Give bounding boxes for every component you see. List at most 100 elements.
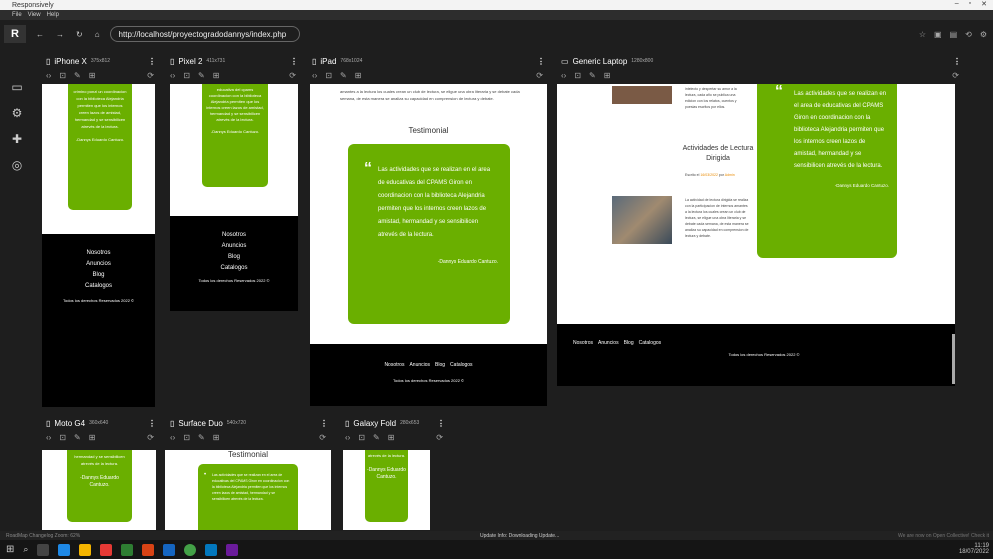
- excel-icon[interactable]: [121, 543, 134, 556]
- device-menu-icon[interactable]: ⋮: [290, 57, 298, 66]
- rotate-icon[interactable]: ⟳: [289, 71, 296, 80]
- devices-icon[interactable]: ▭: [11, 80, 22, 94]
- tablet-icon: ▯: [312, 56, 317, 66]
- explorer-icon[interactable]: [79, 543, 92, 556]
- footer-link-catalogos[interactable]: Catalogos: [639, 340, 662, 346]
- rotate-icon[interactable]: ⟳: [147, 433, 154, 442]
- app-icon[interactable]: [226, 543, 239, 556]
- post-author[interactable]: Admin: [725, 173, 735, 177]
- footer-link-anuncios[interactable]: Anuncios: [409, 362, 430, 368]
- footer-link-anuncios[interactable]: Anuncios: [42, 259, 155, 270]
- code-icon[interactable]: ‹›: [345, 433, 350, 442]
- screenshot-icon[interactable]: ⊡: [59, 433, 66, 442]
- footer-link-nosotros[interactable]: Nosotros: [42, 248, 155, 259]
- start-icon[interactable]: ⊞: [6, 544, 14, 555]
- screenshot-icon[interactable]: ▣: [934, 30, 942, 39]
- device-menu-icon[interactable]: ⋮: [953, 57, 961, 66]
- footer-link-blog[interactable]: Blog: [42, 270, 155, 281]
- scrollbar[interactable]: [952, 334, 955, 384]
- settings-icon[interactable]: ⚙: [980, 30, 987, 39]
- code-icon[interactable]: ‹›: [170, 71, 175, 80]
- close-button[interactable]: ✕: [981, 0, 987, 8]
- word-icon[interactable]: [163, 543, 176, 556]
- screenshot-icon[interactable]: ⊡: [183, 71, 190, 80]
- forward-icon[interactable]: →: [56, 30, 64, 39]
- code-icon[interactable]: ‹›: [46, 71, 51, 80]
- menu-file[interactable]: File: [12, 12, 22, 18]
- testimonial-author: -Dannys Eduardo Cantuzo.: [834, 183, 889, 188]
- layout-icon[interactable]: ⊞: [604, 71, 611, 80]
- post-meta: Escrito el 16/03/2022 por Admin: [685, 173, 735, 177]
- rotate-icon[interactable]: ⟳: [536, 71, 543, 80]
- footer-link-blog[interactable]: Blog: [435, 362, 445, 368]
- rotate-icon[interactable]: ⟳: [436, 433, 443, 442]
- clock-date[interactable]: 18/07/2022: [959, 549, 989, 555]
- device-menu-icon[interactable]: ⋮: [437, 419, 445, 428]
- star-icon[interactable]: ☆: [919, 30, 926, 39]
- rotate-icon[interactable]: ⟳: [319, 433, 326, 442]
- layout-icon[interactable]: ⊞: [89, 71, 96, 80]
- taskview-icon[interactable]: [37, 543, 50, 556]
- code-icon[interactable]: ‹›: [46, 433, 51, 442]
- screenshot-icon[interactable]: ⊡: [325, 71, 332, 80]
- store-icon[interactable]: [100, 543, 113, 556]
- footer-link-catalogos[interactable]: Catalogos: [170, 263, 298, 274]
- screenshot-icon[interactable]: ⊡: [59, 71, 66, 80]
- pen-icon[interactable]: ✎: [589, 71, 596, 80]
- search-icon[interactable]: ⌕: [23, 544, 28, 555]
- home-icon[interactable]: ⌂: [95, 30, 100, 39]
- device-menu-icon[interactable]: ⋮: [320, 419, 328, 428]
- screenshot-icon[interactable]: ⊡: [183, 433, 190, 442]
- extensions-icon[interactable]: ✚: [12, 132, 22, 146]
- minimize-button[interactable]: –: [955, 0, 959, 8]
- pen-icon[interactable]: ✎: [198, 433, 205, 442]
- footer-link-blog[interactable]: Blog: [624, 340, 634, 346]
- rotate-icon[interactable]: ⟳: [952, 71, 959, 80]
- layout-icon[interactable]: ▤: [950, 30, 958, 39]
- layout-icon[interactable]: ⊞: [355, 71, 362, 80]
- pen-icon[interactable]: ✎: [340, 71, 347, 80]
- reload-icon[interactable]: ↻: [76, 30, 83, 39]
- rotate-icon[interactable]: ⟳: [147, 71, 154, 80]
- rotate-icon[interactable]: ⟲: [965, 30, 972, 39]
- footer-link-nosotros[interactable]: Nosotros: [573, 340, 593, 346]
- footer-link-anuncios[interactable]: Anuncios: [170, 241, 298, 252]
- menu-view[interactable]: View: [28, 12, 41, 18]
- device-menu-icon[interactable]: ⋮: [148, 57, 156, 66]
- code-icon[interactable]: ‹›: [561, 71, 566, 80]
- code-icon[interactable]: ‹›: [170, 433, 175, 442]
- footer-link-blog[interactable]: Blog: [170, 252, 298, 263]
- screenshot-icon[interactable]: ⊡: [358, 433, 365, 442]
- edge-icon[interactable]: [58, 543, 71, 556]
- address-input[interactable]: http://localhost/proyectogradodannys/ind…: [109, 26, 300, 42]
- status-left[interactable]: RoadMap Changelog Zoom: 62%: [6, 533, 80, 539]
- back-icon[interactable]: ←: [36, 30, 44, 39]
- powerpoint-icon[interactable]: [142, 543, 155, 556]
- maximize-button[interactable]: ▫: [969, 0, 971, 8]
- layout-icon[interactable]: ⊞: [213, 71, 220, 80]
- post-title[interactable]: Actividades de Lectura Dirigida: [682, 144, 754, 164]
- screenshot-icon[interactable]: ⊡: [574, 71, 581, 80]
- pen-icon[interactable]: ✎: [74, 433, 81, 442]
- code-icon[interactable]: ‹›: [312, 71, 317, 80]
- footer-link-nosotros[interactable]: Nosotros: [170, 230, 298, 241]
- gear-icon[interactable]: ⚙: [12, 106, 23, 120]
- pen-icon[interactable]: ✎: [74, 71, 81, 80]
- device-menu-icon[interactable]: ⋮: [537, 57, 545, 66]
- footer-link-catalogos[interactable]: Catalogos: [42, 281, 155, 292]
- layout-icon[interactable]: ⊞: [89, 433, 96, 442]
- testimonial-text: Las actividades que se realizan en el ar…: [212, 473, 290, 501]
- footer-link-nosotros[interactable]: Nosotros: [384, 362, 404, 368]
- pen-icon[interactable]: ✎: [198, 71, 205, 80]
- device-menu-icon[interactable]: ⋮: [148, 419, 156, 428]
- chrome-icon[interactable]: [184, 543, 197, 556]
- footer-link-catalogos[interactable]: Catalogos: [450, 362, 473, 368]
- pen-icon[interactable]: ✎: [373, 433, 380, 442]
- layout-icon[interactable]: ⊞: [213, 433, 220, 442]
- footer-link-anuncios[interactable]: Anuncios: [598, 340, 619, 346]
- vscode-icon[interactable]: [205, 543, 218, 556]
- layout-icon[interactable]: ⊞: [388, 433, 395, 442]
- status-right[interactable]: We are now on Open Collective! Check it: [898, 533, 989, 539]
- network-icon[interactable]: ◎: [12, 158, 22, 172]
- menu-help[interactable]: Help: [47, 12, 59, 18]
